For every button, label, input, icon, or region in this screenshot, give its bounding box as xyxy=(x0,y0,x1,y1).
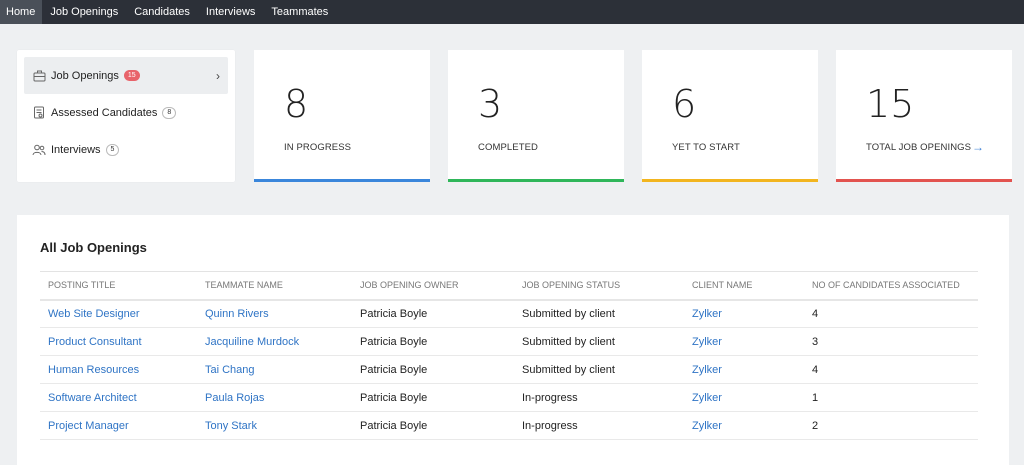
stat-label: COMPLETED xyxy=(478,142,539,153)
briefcase-icon xyxy=(32,69,46,83)
status-cell: Submitted by client xyxy=(514,299,684,328)
table-row[interactable]: Project Manager Tony Stark Patricia Boyl… xyxy=(40,411,978,440)
teammate-name-link[interactable]: Paula Rojas xyxy=(197,383,352,412)
nav-job-openings[interactable]: Job Openings xyxy=(42,0,126,24)
candidate-count-cell: 2 xyxy=(804,411,978,440)
interviews-count-badge: 5 xyxy=(105,143,120,156)
table-row[interactable]: Human Resources Tai Chang Patricia Boyle… xyxy=(40,355,978,384)
table-row[interactable]: Web Site Designer Quinn Rivers Patricia … xyxy=(40,299,978,328)
section-title: All Job Openings xyxy=(40,240,147,255)
client-name-link[interactable]: Zylker xyxy=(684,299,804,328)
nav-candidates[interactable]: Candidates xyxy=(126,0,198,24)
stat-color-bar xyxy=(642,179,818,182)
posting-title-link[interactable]: Web Site Designer xyxy=(40,299,197,328)
stat-value: 3 xyxy=(478,82,503,126)
nav-interviews[interactable]: Interviews xyxy=(198,0,264,24)
assessed-count-badge: 8 xyxy=(162,106,177,119)
candidate-count-cell: 4 xyxy=(804,299,978,328)
summary-label-job-openings: Job Openings xyxy=(51,69,119,82)
arrow-right-icon[interactable]: → xyxy=(972,140,984,154)
posting-title-link[interactable]: Product Consultant xyxy=(40,327,197,356)
stat-label: TOTAL JOB OPENINGS xyxy=(866,142,972,153)
column-header[interactable]: JOB OPENING OWNER xyxy=(352,271,514,301)
owner-cell: Patricia Boyle xyxy=(352,383,514,412)
stat-color-bar xyxy=(836,179,1012,182)
people-icon xyxy=(32,143,46,157)
table-header-row: POSTING TITLE TEAMMATE NAME JOB OPENING … xyxy=(40,271,978,301)
status-cell: Submitted by client xyxy=(514,327,684,356)
posting-title-link[interactable]: Human Resources xyxy=(40,355,197,384)
candidate-count-cell: 4 xyxy=(804,355,978,384)
nav-home[interactable]: Home xyxy=(0,0,43,24)
column-header[interactable]: CLIENT NAME xyxy=(684,271,804,301)
stat-label: YET TO START xyxy=(672,142,740,153)
status-cell: Submitted by client xyxy=(514,355,684,384)
summary-panel: Job Openings 15 › Assessed Candidates 8 … xyxy=(17,50,235,182)
summary-item-job-openings[interactable]: Job Openings 15 › xyxy=(24,57,228,94)
stat-color-bar xyxy=(254,179,430,182)
table-row[interactable]: Software Architect Paula Rojas Patricia … xyxy=(40,383,978,412)
client-name-link[interactable]: Zylker xyxy=(684,411,804,440)
client-name-link[interactable]: Zylker xyxy=(684,327,804,356)
job-openings-table: POSTING TITLE TEAMMATE NAME JOB OPENING … xyxy=(40,271,978,440)
teammate-name-link[interactable]: Tai Chang xyxy=(197,355,352,384)
status-cell: In-progress xyxy=(514,411,684,440)
teammate-name-link[interactable]: Jacquiline Murdock xyxy=(197,327,352,356)
column-header[interactable]: POSTING TITLE xyxy=(40,271,197,301)
stat-value: 8 xyxy=(284,82,309,126)
posting-title-link[interactable]: Project Manager xyxy=(40,411,197,440)
candidate-count-cell: 1 xyxy=(804,383,978,412)
stat-color-bar xyxy=(448,179,624,182)
stat-card-total-job-openings[interactable]: 15 TOTAL JOB OPENINGS → xyxy=(836,50,1012,182)
posting-title-link[interactable]: Software Architect xyxy=(40,383,197,412)
column-header[interactable]: TEAMMATE NAME xyxy=(197,271,352,301)
job-openings-count-badge: 15 xyxy=(123,70,140,81)
owner-cell: Patricia Boyle xyxy=(352,355,514,384)
stat-value: 6 xyxy=(672,82,697,126)
column-header[interactable]: JOB OPENING STATUS xyxy=(514,271,684,301)
client-name-link[interactable]: Zylker xyxy=(684,355,804,384)
summary-item-assessed-candidates[interactable]: Assessed Candidates 8 xyxy=(24,94,228,131)
client-name-link[interactable]: Zylker xyxy=(684,383,804,412)
column-header[interactable]: NO OF CANDIDATES ASSOCIATED xyxy=(804,271,978,301)
summary-label-assessed: Assessed Candidates xyxy=(51,106,158,119)
status-cell: In-progress xyxy=(514,383,684,412)
stat-card-completed[interactable]: 3 COMPLETED xyxy=(448,50,624,182)
owner-cell: Patricia Boyle xyxy=(352,299,514,328)
nav-teammates[interactable]: Teammates xyxy=(263,0,336,24)
top-navigation: Home Job Openings Candidates Interviews … xyxy=(0,0,1024,24)
stat-card-yet-to-start[interactable]: 6 YET TO START xyxy=(642,50,818,182)
stat-card-in-progress[interactable]: 8 IN PROGRESS xyxy=(254,50,430,182)
owner-cell: Patricia Boyle xyxy=(352,411,514,440)
owner-cell: Patricia Boyle xyxy=(352,327,514,356)
teammate-name-link[interactable]: Quinn Rivers xyxy=(197,299,352,328)
summary-label-interviews: Interviews xyxy=(51,143,101,156)
table-row[interactable]: Product Consultant Jacquiline Murdock Pa… xyxy=(40,327,978,356)
teammate-name-link[interactable]: Tony Stark xyxy=(197,411,352,440)
assessment-icon xyxy=(32,106,46,120)
summary-item-interviews[interactable]: Interviews 5 xyxy=(24,131,228,168)
job-openings-panel: All Job Openings POSTING TITLE TEAMMATE … xyxy=(17,215,1009,465)
candidate-count-cell: 3 xyxy=(804,327,978,356)
stat-value: 15 xyxy=(866,82,915,126)
chevron-right-icon: › xyxy=(216,68,220,83)
stat-label: IN PROGRESS xyxy=(284,142,352,153)
